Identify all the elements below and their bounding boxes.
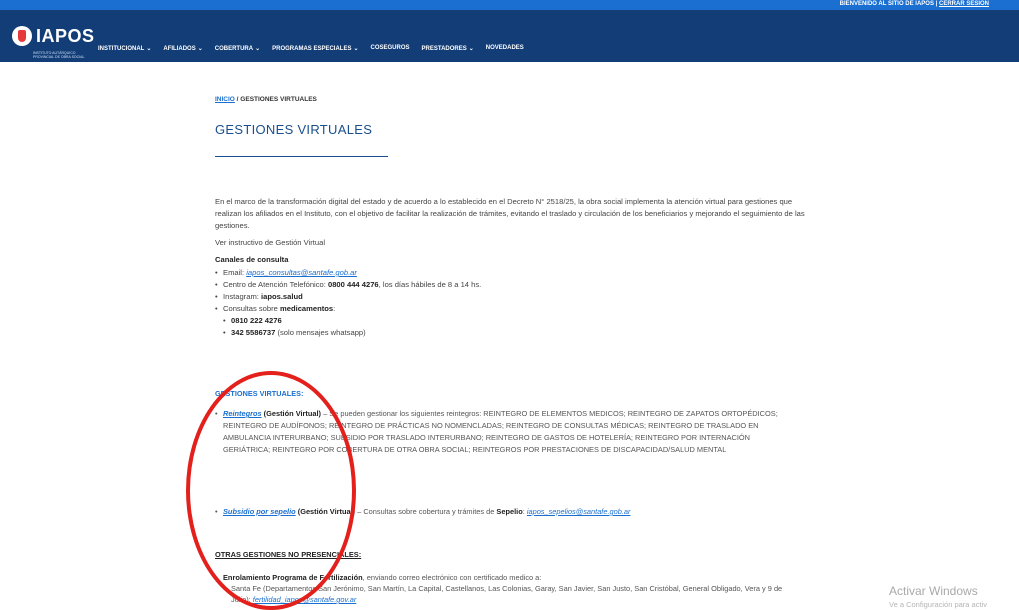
nav-item-novedades[interactable]: NOVEDADES (486, 45, 524, 52)
medicamentos-bold: medicamentos (279, 304, 334, 313)
list-item-phone: Centro de Atención Telefónico: 0800 444 … (215, 279, 805, 291)
medicamentos-phone-1: 0810 222 4276 (231, 316, 282, 325)
nav-item-label: INSTITUCIONAL (98, 46, 145, 52)
reintegros-link[interactable]: Reintegros (223, 409, 262, 418)
main-content: En el marco de la transformación digital… (215, 196, 805, 339)
welcome-bar: BIENVENIDO AL SITIO DE IAPOS | CERRAR SE… (840, 1, 989, 7)
nav-item-label: NOVEDADES (485, 45, 524, 51)
consultas-email-link[interactable]: iapos_consultas@santafe.gob.ar (246, 268, 357, 277)
logo-mark-icon (12, 26, 32, 46)
chevron-down-icon: ⌄ (255, 46, 261, 52)
top-utility-bar: BIENVENIDO AL SITIO DE IAPOS | CERRAR SE… (0, 0, 1019, 10)
main-nav: INSTITUCIONAL ⌄ AFILIADOS ⌄ COBERTURA ⌄ PROGRA… (98, 45, 524, 52)
nav-item-coseguros[interactable]: COSEGUROS (371, 45, 410, 52)
fertilidad-email-link[interactable]: fertilidad_iapos@santafe.gov.ar (253, 595, 357, 604)
list-item-santafe: Santa Fe (Departamentos San Jerónimo, Sa… (215, 583, 790, 605)
logo-subtitle: INSTITUTO AUTÁRQUICO PROVINCIAL DE OBRA … (33, 51, 85, 59)
logo-text: IAPOS (36, 25, 95, 46)
page-title: GESTIONES VIRTUALES (215, 122, 373, 137)
nav-item-label: COSEGUROS (370, 45, 410, 51)
list-item-email: Email: iapos_consultas@santafe.gob.ar (215, 267, 805, 279)
nav-item-label: AFILIADOS (163, 46, 196, 52)
chevron-down-icon: ⌄ (197, 46, 203, 52)
list-item-reintegros: Reintegros (Gestión Virtual) – Se pueden… (215, 408, 790, 456)
title-divider (215, 156, 388, 157)
windows-activation-title: Activar Windows (889, 584, 978, 598)
reintegros-tag: (Gestión Virtual) (261, 409, 324, 418)
sepelio-link[interactable]: Subsidio por sepelio (223, 507, 296, 516)
breadcrumb: INICIO / GESTIONES VIRTUALES (215, 96, 317, 103)
nav-item-programas-especiales[interactable]: PROGRAMAS ESPECIALES ⌄ (272, 45, 358, 52)
medicamentos-phone-2: 342 5586737 (231, 328, 276, 337)
otras-gestiones-heading: OTRAS GESTIONES NO PRESENCIALES: (215, 550, 362, 559)
nav-item-afiliados[interactable]: AFILIADOS ⌄ (163, 45, 202, 52)
sepelio-email-link[interactable]: iapos_sepelios@santafe.gob.ar (527, 507, 631, 516)
main-navbar: IAPOS INSTITUTO AUTÁRQUICO PROVINCIAL DE… (0, 10, 1019, 62)
enrolamiento-text: , enviando correo electrónico con certif… (362, 573, 542, 582)
instagram-label: Instagram: (223, 292, 261, 301)
nav-item-institucional[interactable]: INSTITUCIONAL ⌄ (98, 45, 151, 52)
enrolamiento-bold: Enrolamiento Programa de Fertilización (223, 573, 363, 582)
nav-item-label: COBERTURA (214, 46, 254, 52)
sepelio-tag: (Gestión Virtual) (295, 507, 358, 516)
breadcrumb-current: GESTIONES VIRTUALES (240, 96, 317, 103)
phone-label: Centro de Atención Telefónico: (223, 280, 328, 289)
sepelio-description: – Consultas sobre cobertura y trámites d… (357, 507, 497, 516)
chevron-down-icon: ⌄ (353, 46, 359, 52)
whatsapp-note: (solo mensajes whatsapp) (275, 328, 366, 337)
email-label: Email: (223, 268, 247, 277)
chevron-down-icon: ⌄ (468, 46, 474, 52)
canales-heading: Canales de consulta (215, 255, 289, 264)
chevron-down-icon: ⌄ (146, 46, 152, 52)
list-item-instagram: Instagram: iapos.salud (215, 291, 805, 303)
phone-number: 0800 444 4276 (327, 280, 379, 289)
list-item-sepelio: Subsidio por sepelio (Gestión Virtual) –… (215, 507, 630, 516)
medicamentos-label: Consultas sobre (223, 304, 280, 313)
instructivo-link[interactable]: Ver instructivo de Gestión Virtual (215, 237, 805, 249)
list-item-phone-2: 342 5586737 (solo mensajes whatsapp) (215, 327, 805, 339)
logout-link[interactable]: CERRAR SESIÓN (939, 1, 989, 7)
breadcrumb-home-link[interactable]: INICIO (215, 96, 235, 103)
list-item-medicamentos: Consultas sobre medicamentos: (215, 303, 805, 315)
instagram-handle: iapos.salud (260, 292, 303, 301)
windows-activation-subtitle: Ve a Configuración para activ (889, 600, 987, 609)
sepelio-bold: Sepelio (496, 507, 523, 516)
intro-paragraph: En el marco de la transformación digital… (215, 197, 805, 230)
iapos-logo[interactable]: IAPOS (12, 24, 95, 48)
nav-item-prestadores[interactable]: PRESTADORES ⌄ (422, 45, 474, 52)
nav-item-label: PRESTADORES (421, 46, 467, 52)
nav-item-label: PROGRAMAS ESPECIALES (272, 46, 352, 52)
gestiones-virtuales-heading: GESTIONES VIRTUALES: (215, 389, 304, 398)
list-item-phone-1: 0810 222 4276 (215, 315, 805, 327)
nav-item-cobertura[interactable]: COBERTURA ⌄ (215, 45, 260, 52)
welcome-text: BIENVENIDO AL SITIO DE IAPOS | (839, 1, 938, 7)
phone-hours: , los días hábiles de 8 a 14 hs. (378, 280, 482, 289)
enrolamiento-section: Enrolamiento Programa de Fertilización, … (215, 572, 790, 605)
medicamentos-colon: : (333, 304, 336, 313)
list-item-enrolamiento: Enrolamiento Programa de Fertilización, … (215, 572, 790, 583)
